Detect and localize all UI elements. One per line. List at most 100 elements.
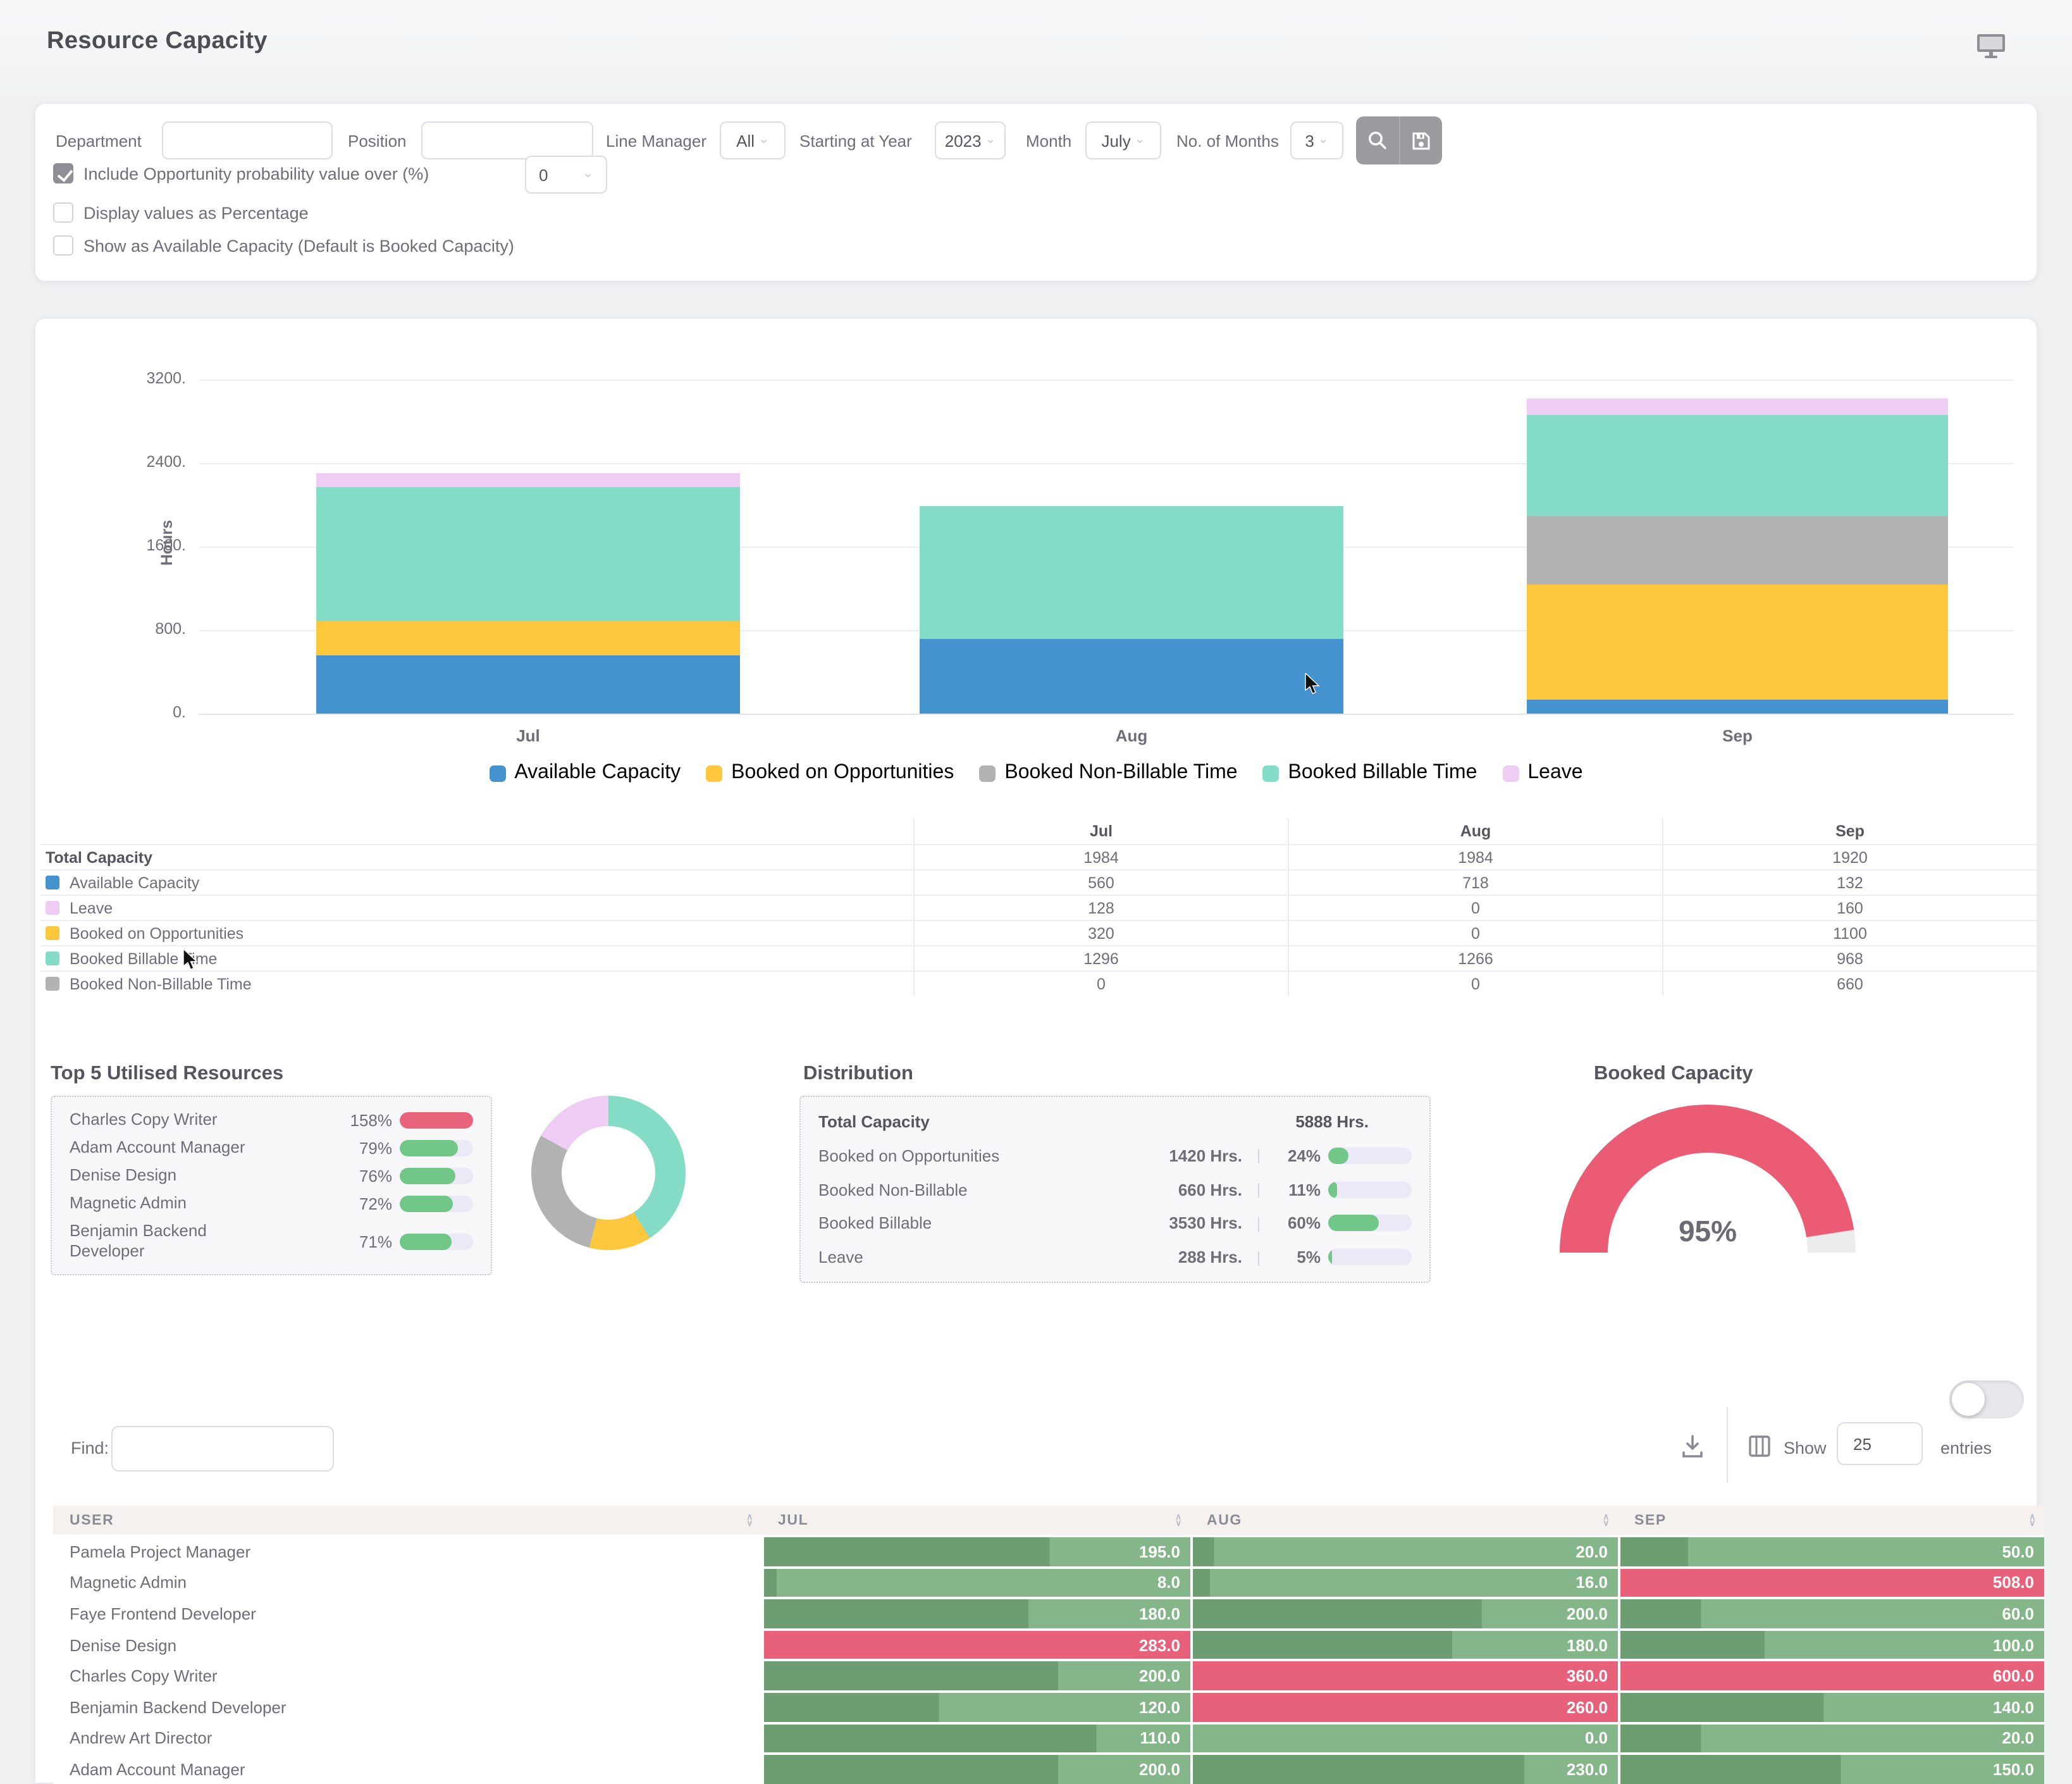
search-button[interactable] (1356, 116, 1399, 164)
distribution-bar (1328, 1181, 1412, 1198)
top5-percent: 72% (262, 1194, 400, 1213)
bar-segment (316, 486, 740, 622)
starting-year-label: Starting at Year (799, 131, 912, 150)
legend-swatch (1502, 765, 1519, 781)
download-icon[interactable] (1679, 1432, 1706, 1460)
distribution-row: Booked Billable3530 Hrs.|60% (818, 1214, 1412, 1233)
user-table-sort-header-user[interactable]: USER∧∨ (53, 1506, 762, 1535)
find-label: Find: (71, 1439, 109, 1458)
sort-arrows-icon: ∧∨ (2029, 1514, 2037, 1527)
chevron-down-icon: ⌄ (1318, 134, 1329, 147)
summary-value: 0 (913, 972, 1288, 996)
distribution-bar (1328, 1249, 1412, 1265)
distribution-hours: 1420 Hrs. (1141, 1146, 1242, 1165)
chevron-down-icon: ⌄ (985, 134, 996, 147)
capacity-cell: 60.0 (1618, 1599, 2044, 1628)
bar-segment (920, 639, 1343, 714)
legend-swatch (489, 765, 505, 781)
table-toggle[interactable] (1949, 1380, 2024, 1418)
position-input[interactable] (421, 121, 593, 159)
legend-item[interactable]: Leave (1502, 762, 1582, 784)
distribution-percent: 24% (1275, 1146, 1321, 1165)
distribution-bar (1328, 1215, 1412, 1232)
line-manager-select[interactable]: All⌄ (720, 121, 786, 159)
user-table-sort-header-aug[interactable]: AUG∧∨ (1190, 1506, 1618, 1535)
summary-header-row: JulAugSep (40, 819, 2037, 844)
show-entries-input[interactable] (1837, 1422, 1923, 1465)
summary-row: Available Capacity560718132 (40, 869, 2037, 895)
capacity-cell: 180.0 (762, 1599, 1190, 1628)
user-table-row[interactable]: Faye Frontend Developer180.0200.060.0 (53, 1597, 2044, 1628)
summary-column-header[interactable]: Jul (913, 819, 1288, 844)
legend-item[interactable]: Available Capacity (489, 762, 681, 784)
columns-icon[interactable] (1746, 1432, 1773, 1460)
user-table-sort-header-jul[interactable]: JUL∧∨ (762, 1506, 1190, 1535)
legend-item[interactable]: Booked Non-Billable Time (979, 762, 1237, 784)
summary-row: Booked on Opportunities32001100 (40, 920, 2037, 945)
display-percentage-checkbox[interactable] (53, 202, 73, 223)
user-name-cell: Denise Design (53, 1631, 762, 1659)
include-opportunity-checkbox[interactable] (53, 163, 73, 183)
capacity-cell: 8.0 (762, 1568, 1190, 1597)
distribution-separator: | (1242, 1215, 1275, 1232)
user-table-row[interactable]: Charles Copy Writer200.0360.0600.0 (53, 1659, 2044, 1690)
summary-column-header[interactable]: Sep (1662, 819, 2037, 844)
top5-resource-name: Adam Account Manager (70, 1137, 262, 1158)
months-count-select[interactable]: 3⌄ (1290, 121, 1343, 159)
gridline (199, 714, 2014, 715)
distribution-percent: 11% (1275, 1180, 1321, 1199)
distribution-total-label: Total Capacity (818, 1112, 1295, 1131)
summary-row: Leave1280160 (40, 895, 2037, 920)
user-table-row[interactable]: Magnetic Admin8.016.0508.0 (53, 1566, 2044, 1597)
summary-label-text: Total Capacity (46, 848, 152, 866)
page-title: Resource Capacity (47, 28, 268, 56)
series-swatch (46, 901, 59, 915)
bar-segment (1527, 700, 1948, 714)
legend-item[interactable]: Booked on Opportunities (706, 762, 954, 784)
chevron-down-icon: ⌄ (1135, 134, 1145, 147)
summary-value: 560 (913, 870, 1288, 895)
starting-year-select[interactable]: 2023⌄ (935, 121, 1006, 159)
chevron-down-icon: ⌄ (758, 134, 769, 147)
top5-percent: 158% (262, 1110, 400, 1129)
bar-fill (1328, 1148, 1348, 1164)
month-select[interactable]: July⌄ (1085, 121, 1161, 159)
bar-segment (316, 473, 740, 486)
sort-arrows-icon: ∧∨ (1175, 1514, 1183, 1527)
user-table-row[interactable]: Denise Design283.0180.0100.0 (53, 1628, 2044, 1659)
bar-fill (1328, 1215, 1378, 1232)
department-input[interactable] (162, 121, 333, 159)
series-swatch (46, 926, 59, 940)
capacity-cell: 16.0 (1190, 1568, 1618, 1597)
save-button[interactable] (1399, 116, 1442, 164)
user-table-sort-header-sep[interactable]: SEP∧∨ (1618, 1506, 2044, 1535)
find-input[interactable] (111, 1426, 334, 1471)
user-table-row[interactable]: Andrew Art Director110.00.020.0 (53, 1721, 2044, 1752)
summary-value: 0 (1288, 972, 1662, 996)
user-table-row[interactable]: Benjamin Backend Developer120.0260.0140.… (53, 1690, 2044, 1721)
summary-value: 128 (913, 896, 1288, 920)
summary-row-label: Booked on Opportunities (40, 921, 913, 945)
y-tick-label: 800. (110, 620, 186, 638)
summary-row: Total Capacity198419841920 (40, 844, 2037, 869)
summary-header-spacer (40, 819, 913, 844)
legend-item[interactable]: Booked Billable Time (1263, 762, 1477, 784)
user-table-row[interactable]: Pamela Project Manager195.020.050.0 (53, 1535, 2044, 1566)
user-name-cell: Benjamin Backend Developer (53, 1693, 762, 1721)
opportunity-probability-select[interactable]: 0⌄ (525, 156, 607, 194)
summary-row-label: Available Capacity (40, 870, 913, 895)
top5-row: Magnetic Admin72% (70, 1193, 473, 1213)
show-available-checkbox[interactable] (53, 235, 73, 256)
resource-capacity-app: Resource Capacity Department Position Li… (0, 0, 2072, 1783)
month-label: Month (1026, 131, 1071, 150)
summary-value: 160 (1662, 896, 2037, 920)
user-table-row[interactable]: Adam Account Manager200.0230.0150.0 (53, 1752, 2044, 1783)
gridline (199, 380, 2014, 381)
summary-row-label: Booked Billable Time (40, 946, 913, 970)
distribution-total-value: 5888 Hrs. (1295, 1112, 1412, 1131)
monitor-icon[interactable] (1976, 33, 2006, 58)
capacity-cell: 100.0 (1618, 1631, 2044, 1659)
distribution-row: Leave288 Hrs.|5% (818, 1248, 1412, 1267)
x-tick-label: Jul (465, 726, 591, 745)
summary-column-header[interactable]: Aug (1288, 819, 1662, 844)
